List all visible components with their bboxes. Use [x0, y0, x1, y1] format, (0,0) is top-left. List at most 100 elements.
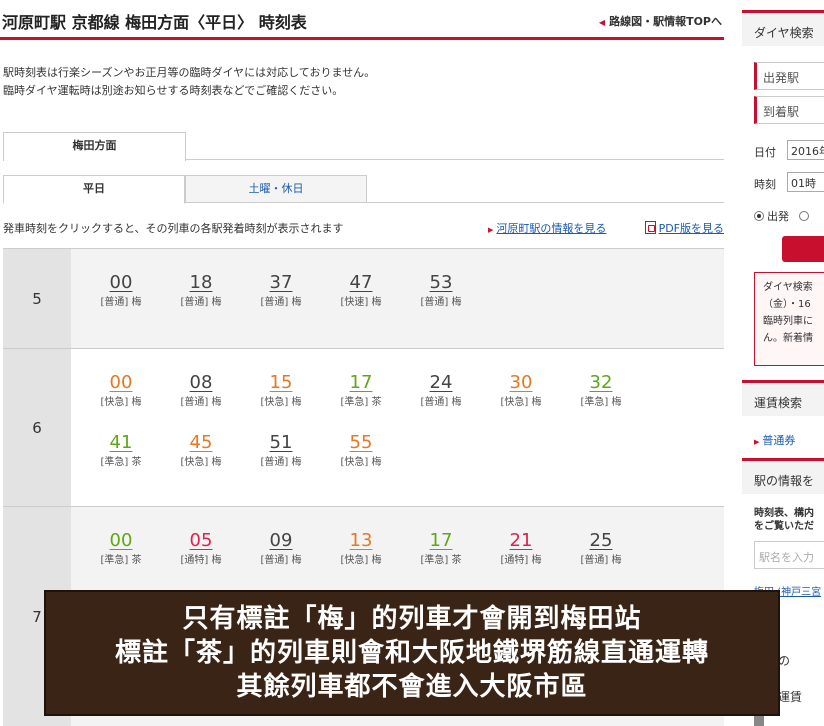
departure-minute[interactable]: 37	[241, 271, 321, 295]
tab-weekday[interactable]: 平日	[3, 175, 185, 204]
train-departure[interactable]: 18 [普通] 梅	[161, 271, 241, 311]
train-type-destination: [普通] 梅	[580, 555, 622, 566]
hour-label: 5	[3, 249, 71, 348]
departure-minute[interactable]: 05	[161, 529, 241, 553]
train-type-destination: [快急] 梅	[500, 397, 542, 408]
train-type-destination: [普通] 梅	[260, 457, 302, 468]
train-type-destination: [快速] 梅	[340, 297, 382, 308]
departure-minute[interactable]: 21	[481, 529, 561, 553]
train-departure[interactable]: 08 [普通] 梅	[161, 371, 241, 411]
page-header: 河原町駅 京都線 梅田方面〈平日〉 時刻表 ◀ 路線図・駅情報TOPへ	[0, 0, 724, 40]
notice-line-1: 駅時刻表は行楽シーズンやお正月等の臨時ダイヤには対応しておりません。	[3, 66, 376, 79]
departure-minute[interactable]: 08	[161, 371, 241, 395]
departure-minute[interactable]: 17	[401, 529, 481, 553]
departure-minute[interactable]: 00	[81, 271, 161, 295]
arrival-station-field[interactable]: 到着駅	[754, 96, 824, 124]
date-label: 日付	[754, 146, 776, 159]
caption-line-2: 標註「茶」的列車則會和大阪地鐵堺筋線直通運轉	[114, 638, 709, 668]
departure-minute[interactable]: 13	[321, 529, 401, 553]
departure-minute[interactable]: 30	[481, 371, 561, 395]
time-select[interactable]: 01時	[787, 172, 824, 192]
train-type-destination: [普通] 梅	[100, 297, 142, 308]
fare-link-regular[interactable]: ▶ 普通券	[754, 432, 795, 448]
train-type-destination: [準急] 茶	[100, 457, 142, 468]
triangle-icon: ▶	[754, 438, 760, 446]
route-map-top-link[interactable]: ◀ 路線図・駅情報TOPへ	[599, 13, 722, 29]
train-type-destination: [準急] 茶	[100, 555, 142, 566]
train-departure[interactable]: 17 [準急] 茶	[321, 371, 401, 411]
square-icon	[754, 716, 764, 726]
train-departure[interactable]: 37 [普通] 梅	[241, 271, 321, 311]
departure-minute[interactable]: 25	[561, 529, 641, 553]
search-button[interactable]	[782, 236, 824, 262]
train-type-destination: [準急] 茶	[420, 555, 462, 566]
fare-search-heading: 運賃検索	[742, 380, 824, 416]
train-departure[interactable]: 15 [快急] 梅	[241, 371, 321, 411]
train-departure[interactable]: 47 [快速] 梅	[321, 271, 401, 311]
train-departure[interactable]: 24 [普通] 梅	[401, 371, 481, 411]
hour-label: 6	[3, 349, 71, 506]
radio-arrive[interactable]	[798, 211, 809, 221]
caption-overlay: 只有標註「梅」的列車才會開到梅田站 標註「茶」的列車則會和大阪地鐵堺筋線直通運轉…	[44, 590, 780, 716]
train-departure[interactable]: 30 [快急] 梅	[481, 371, 561, 411]
train-departure[interactable]: 00 [快急] 梅	[81, 371, 161, 411]
train-departure[interactable]: 41 [準急] 茶	[81, 431, 161, 471]
train-departure[interactable]: 00 [普通] 梅	[81, 271, 161, 311]
tab-weekend-holiday[interactable]: 土曜・休日	[185, 175, 367, 203]
train-departure[interactable]: 45 [快急] 梅	[161, 431, 241, 471]
dia-search-alert: ダイヤ検索 （金）・16 臨時列車に ん。新着情	[754, 272, 824, 366]
departure-minute[interactable]: 53	[401, 271, 481, 295]
train-type-destination: [快急] 梅	[180, 457, 222, 468]
pdf-link[interactable]: PDF版を見る	[644, 220, 724, 236]
train-departure[interactable]: 05 [通特] 梅	[161, 529, 241, 569]
date-input[interactable]: 2016年	[787, 140, 824, 160]
train-type-destination: [快急] 梅	[340, 457, 382, 468]
departure-minute[interactable]: 24	[401, 371, 481, 395]
dia-search-heading: ダイヤ検索	[742, 10, 824, 46]
caption-line-3: 其餘列車都不會進入大阪市區	[236, 672, 588, 702]
train-type-destination: [通特] 梅	[500, 555, 542, 566]
train-type-destination: [普通] 梅	[180, 297, 222, 308]
departure-minute[interactable]: 47	[321, 271, 401, 295]
station-info-link-label: 河原町駅の情報を見る	[496, 222, 607, 235]
train-type-destination: [準急] 茶	[340, 397, 382, 408]
radio-group: 出発	[754, 208, 812, 224]
train-type-destination: [準急] 梅	[580, 397, 622, 408]
train-departure[interactable]: 09 [普通] 梅	[241, 529, 321, 569]
departure-minute[interactable]: 32	[561, 371, 641, 395]
day-tabs: 平日 土曜・休日	[3, 175, 724, 204]
hour-row: 6 00 [快急] 梅 08 [普通] 梅 15 [快急] 梅 17 [準急] 茶 24 [普通] …	[3, 348, 724, 506]
train-departure[interactable]: 21 [通特] 梅	[481, 529, 561, 569]
train-departure[interactable]: 13 [快急] 梅	[321, 529, 401, 569]
departure-minute[interactable]: 51	[241, 431, 321, 455]
train-departure[interactable]: 17 [準急] 茶	[401, 529, 481, 569]
train-type-destination: [普通] 梅	[420, 297, 462, 308]
departure-minute[interactable]: 41	[81, 431, 161, 455]
departure-minute[interactable]: 00	[81, 529, 161, 553]
train-departure[interactable]: 25 [普通] 梅	[561, 529, 641, 569]
train-departure[interactable]: 51 [普通] 梅	[241, 431, 321, 471]
train-departure[interactable]: 53 [普通] 梅	[401, 271, 481, 311]
info-row: 発車時刻をクリックすると、その列車の各駅発着時刻が表示されます ▶ 河原町駅の情報…	[3, 218, 724, 236]
notice: 駅時刻表は行楽シーズンやお正月等の臨時ダイヤには対応しておりません。 臨時ダイヤ…	[3, 64, 375, 100]
train-departure[interactable]: 32 [準急] 梅	[561, 371, 641, 411]
departure-minute[interactable]: 15	[241, 371, 321, 395]
train-type-destination: [普通] 梅	[420, 397, 462, 408]
departure-minute[interactable]: 00	[81, 371, 161, 395]
train-departure[interactable]: 00 [準急] 茶	[81, 529, 161, 569]
station-info-link[interactable]: ▶ 河原町駅の情報を見る	[488, 220, 606, 236]
departure-station-field[interactable]: 出発駅	[754, 62, 824, 90]
radio-depart-label: 出発	[767, 210, 789, 223]
train-departure[interactable]: 55 [快急] 梅	[321, 431, 401, 471]
tab-umeda-direction[interactable]: 梅田方面	[3, 132, 186, 161]
departure-minute[interactable]: 45	[161, 431, 241, 455]
radio-depart[interactable]	[754, 211, 764, 221]
station-name-input[interactable]: 駅名を入力	[754, 541, 824, 569]
left-triangle-icon: ◀	[598, 18, 606, 27]
departure-minute[interactable]: 09	[241, 529, 321, 553]
departure-minute[interactable]: 55	[321, 431, 401, 455]
departure-minute[interactable]: 18	[161, 271, 241, 295]
departure-minute[interactable]: 17	[321, 371, 401, 395]
pdf-link-label: PDF版を見る	[658, 222, 724, 235]
station-info-desc: 時刻表、構内 をご覧いただ	[754, 508, 814, 532]
